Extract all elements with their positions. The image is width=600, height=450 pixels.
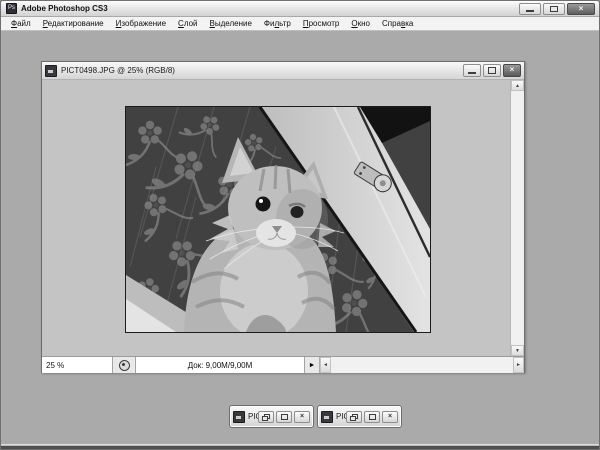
document-icon[interactable] — [321, 411, 333, 423]
app-title: Adobe Photoshop CS3 — [21, 4, 108, 13]
document-window-controls: × — [463, 64, 521, 77]
menu-edit[interactable]: Редактирование — [37, 19, 110, 28]
status-menu-arrow[interactable]: ► — [305, 357, 319, 373]
doc-close-button[interactable]: × — [503, 64, 521, 77]
minimized-window-2[interactable]: PICT... × — [317, 405, 402, 428]
canvas-area[interactable] — [42, 80, 511, 356]
close-button[interactable]: × — [382, 411, 398, 423]
menu-bar: Файл Редактирование Изображение Слой Выд… — [1, 17, 599, 31]
document-titlebar[interactable]: PICT0498.JPG @ 25% (RGB/8) × — [42, 62, 524, 80]
close-button[interactable]: × — [567, 3, 595, 15]
maximize-button[interactable] — [364, 411, 380, 423]
maximize-icon — [550, 6, 558, 12]
document-window: PICT0498.JPG @ 25% (RGB/8) × — [41, 61, 525, 373]
close-button[interactable]: × — [294, 411, 310, 423]
cat-photo-graphic — [126, 107, 430, 332]
window-bottom-frame — [1, 444, 599, 449]
minimize-icon — [468, 72, 476, 74]
scroll-down-icon[interactable]: ▼ — [511, 345, 524, 356]
zoom-field — [42, 357, 113, 373]
restore-icon — [350, 416, 356, 421]
maximize-button[interactable] — [276, 411, 292, 423]
maximize-icon — [488, 67, 496, 74]
scroll-left-icon[interactable]: ◄ — [320, 357, 331, 373]
restore-button[interactable] — [258, 411, 274, 423]
minimized-window-controls: × — [346, 411, 398, 423]
maximize-icon — [281, 414, 288, 420]
photoshop-window: Ps Adobe Photoshop CS3 × Файл Редактиров… — [0, 0, 600, 450]
scroll-right-icon[interactable]: ► — [513, 357, 524, 373]
minimized-window-1[interactable]: PICT... × — [229, 405, 314, 428]
minimize-icon — [526, 10, 534, 12]
minimize-button[interactable] — [519, 3, 541, 15]
document-icon[interactable] — [45, 65, 57, 77]
zoom-input[interactable] — [42, 361, 110, 370]
document-title: PICT0498.JPG @ 25% (RGB/8) — [61, 66, 175, 75]
document-icon[interactable] — [233, 411, 245, 423]
doc-minimize-button[interactable] — [463, 64, 481, 77]
minimized-title: PICT... — [248, 412, 258, 421]
scroll-up-icon[interactable]: ▲ — [511, 80, 524, 91]
maximize-icon — [369, 414, 376, 420]
restore-icon — [262, 416, 268, 421]
status-icon-segment — [113, 357, 135, 373]
menu-filter[interactable]: Фильтр — [258, 19, 297, 28]
restore-button[interactable] — [346, 411, 362, 423]
document-body: ▲ ▼ — [42, 80, 524, 356]
menu-view[interactable]: Просмотр — [297, 19, 346, 28]
status-indicator-icon — [119, 360, 130, 371]
menu-select[interactable]: Выделение — [204, 19, 258, 28]
minimized-title: PICT... — [336, 412, 346, 421]
minimized-window-controls: × — [258, 411, 310, 423]
cat-photo[interactable] — [125, 106, 431, 333]
horizontal-scrollbar[interactable]: ◄ ► — [319, 357, 524, 373]
photoshop-app-icon[interactable]: Ps — [6, 3, 17, 14]
vertical-scrollbar[interactable]: ▲ ▼ — [510, 80, 524, 356]
menu-file[interactable]: Файл — [5, 19, 37, 28]
menu-image[interactable]: Изображение — [110, 19, 172, 28]
doc-maximize-button[interactable] — [483, 64, 501, 77]
workspace: PICT0498.JPG @ 25% (RGB/8) × — [1, 31, 599, 444]
menu-window[interactable]: Окно — [345, 19, 376, 28]
window-controls: × — [519, 3, 595, 15]
menu-layer[interactable]: Слой — [172, 19, 203, 28]
maximize-button[interactable] — [543, 3, 565, 15]
doc-size-field[interactable]: Док: 9,00М/9,00М — [135, 357, 305, 373]
menu-help[interactable]: Справка — [376, 19, 419, 28]
app-titlebar[interactable]: Ps Adobe Photoshop CS3 × — [1, 1, 599, 17]
document-statusbar: Док: 9,00М/9,00М ► ◄ ► — [42, 356, 524, 373]
